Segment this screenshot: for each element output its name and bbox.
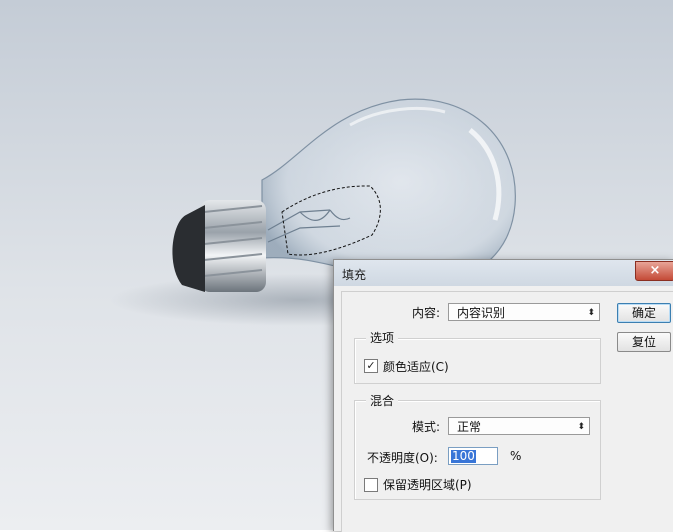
options-legend: 选项	[366, 329, 399, 346]
dropdown-arrow-icon: ⬍	[587, 308, 595, 318]
preserve-transparency-label: 保留透明区域(P)	[383, 478, 472, 492]
blend-legend: 混合	[366, 392, 399, 409]
opacity-value: 100	[451, 449, 476, 463]
opacity-label: 不透明度(O):	[367, 451, 438, 465]
fill-dialog: 填充 × 内容: 内容识别 ⬍ 确定 复位 选项 ✓ 颜色适应(C) 混合 模式…	[333, 259, 673, 532]
color-adapt-label: 颜色适应(C)	[383, 360, 449, 374]
dropdown-arrow-icon: ⬍	[577, 422, 585, 432]
close-icon[interactable]: ×	[635, 261, 673, 281]
check-mark-icon: ✓	[366, 359, 376, 372]
content-select-value: 内容识别	[457, 306, 506, 320]
reset-button[interactable]: 复位	[617, 332, 671, 352]
content-label: 内容:	[412, 306, 441, 320]
content-select[interactable]: 内容识别 ⬍	[448, 303, 600, 321]
color-adapt-checkbox[interactable]: ✓	[364, 359, 378, 373]
mode-select[interactable]: 正常 ⬍	[448, 417, 590, 435]
mode-label: 模式:	[412, 420, 441, 434]
ok-button[interactable]: 确定	[617, 303, 671, 323]
dialog-body: 内容: 内容识别 ⬍ 确定 复位 选项 ✓ 颜色适应(C) 混合 模式: 正常 …	[341, 291, 673, 532]
bulb-base	[200, 200, 266, 292]
mode-select-value: 正常	[457, 420, 482, 434]
opacity-unit: %	[510, 449, 522, 463]
opacity-input[interactable]: 100	[448, 447, 498, 465]
preserve-transparency-checkbox[interactable]	[364, 478, 378, 492]
dialog-title: 填充	[342, 268, 367, 282]
dialog-titlebar: 填充 ×	[334, 260, 673, 286]
